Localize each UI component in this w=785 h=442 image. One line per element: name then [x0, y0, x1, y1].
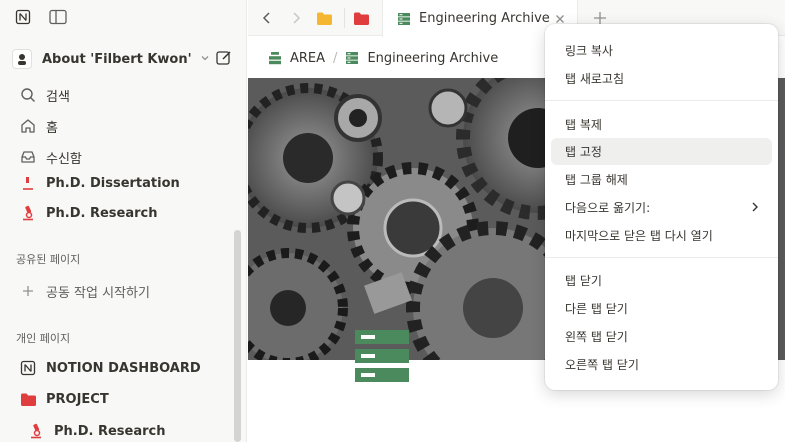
notion-logo-icon — [18, 360, 38, 376]
page-item-research[interactable]: Ph.D. Research — [18, 200, 158, 226]
microscope-icon — [26, 423, 46, 439]
breadcrumb-item-area[interactable]: AREA — [290, 51, 325, 66]
private-section-label: 개인 페이지 — [16, 332, 71, 345]
search-icon — [18, 87, 38, 103]
menu-reopen-closed-tab[interactable]: 마지막으로 닫은 탭 다시 열기 — [551, 222, 772, 249]
microscope-icon — [18, 175, 38, 190]
nav-search[interactable]: 검색 — [18, 82, 70, 108]
tab-context-menu: 링크 복사 탭 새로고침 탭 복제 탭 고정 탭 그룹 해제 다음으로 옮기기:… — [545, 24, 778, 390]
tab-divider — [344, 8, 345, 28]
menu-move-to-label: 다음으로 옮기기: — [565, 201, 651, 215]
page-label: Ph.D. Dissertation — [46, 175, 180, 191]
menu-ungroup-tab[interactable]: 탭 그룹 해제 — [551, 166, 772, 193]
tab-folder-red[interactable] — [349, 6, 373, 30]
nav-inbox[interactable]: 수신함 — [18, 144, 82, 170]
folder-icon — [353, 11, 370, 26]
forward-icon[interactable] — [284, 6, 308, 30]
menu-duplicate-tab[interactable]: 탭 복제 — [551, 111, 772, 138]
menu-copy-link[interactable]: 링크 복사 — [551, 37, 772, 64]
menu-close-left-tabs[interactable]: 왼쪽 탭 닫기 — [551, 323, 772, 350]
database-icon — [345, 51, 359, 65]
breadcrumb-separator: / — [333, 50, 338, 66]
scroll-clip: Ph.D. Dissertation — [0, 174, 234, 190]
menu-close-right-tabs[interactable]: 오른쪽 탭 닫기 — [551, 351, 772, 378]
nav-label: 수신함 — [46, 151, 82, 167]
workspace-name: About 'Filbert Kwon' — [42, 51, 192, 67]
collab-label: 공동 작업 시작하기 — [46, 285, 150, 301]
back-icon[interactable] — [255, 6, 279, 30]
menu-close-tab[interactable]: 탭 닫기 — [551, 267, 772, 294]
new-page-icon[interactable] — [215, 49, 233, 71]
workspace-switcher[interactable]: About 'Filbert Kwon' — [12, 44, 237, 74]
menu-close-other-tabs[interactable]: 다른 탭 닫기 — [551, 295, 772, 322]
inbox-icon — [18, 149, 38, 165]
home-icon — [18, 118, 38, 134]
tab-folder-yellow[interactable] — [312, 6, 336, 30]
folder-icon — [316, 11, 333, 26]
chevron-right-icon — [750, 200, 760, 217]
start-collab-button[interactable]: 공동 작업 시작하기 — [18, 278, 150, 304]
folder-icon — [18, 392, 38, 407]
page-item-phd-research[interactable]: Ph.D. Research — [26, 418, 166, 442]
menu-divider — [545, 100, 778, 101]
page-label: NOTION DASHBOARD — [46, 360, 201, 376]
database-icon — [397, 12, 411, 26]
sidebar-toggle-icon[interactable] — [48, 8, 68, 26]
menu-move-to[interactable]: 다음으로 옮기기: — [551, 194, 772, 221]
page-item-dissertation[interactable]: Ph.D. Dissertation — [18, 174, 180, 190]
plus-icon — [18, 284, 38, 298]
nav-label: 검색 — [46, 89, 70, 105]
sidebar: About 'Filbert Kwon' 검색 홈 수신함 Ph.D. Diss — [0, 0, 247, 442]
breadcrumb-item-engineering-archive[interactable]: Engineering Archive — [367, 51, 498, 66]
menu-pin-tab[interactable]: 탭 고정 — [551, 138, 772, 165]
shared-section-label: 공유된 페이지 — [16, 253, 81, 266]
chevron-down-icon — [200, 53, 210, 66]
microscope-icon — [18, 205, 38, 221]
sidebar-top-bar — [0, 0, 247, 36]
workspace-avatar — [12, 49, 32, 69]
tab-label: Engineering Archive — [419, 11, 550, 26]
breadcrumb: AREA / Engineering Archive — [268, 44, 498, 72]
page-item-notion-dashboard[interactable]: NOTION DASHBOARD — [18, 355, 201, 381]
page-label: Ph.D. Research — [46, 205, 158, 221]
menu-divider — [545, 257, 778, 258]
stack-icon — [268, 51, 282, 65]
sidebar-scrollbar[interactable] — [234, 230, 241, 442]
menu-refresh-tab[interactable]: 탭 새로고침 — [551, 65, 772, 92]
nav-label: 홈 — [46, 120, 58, 136]
page-label: Ph.D. Research — [54, 423, 166, 439]
notion-logo-icon[interactable] — [14, 8, 32, 26]
nav-home[interactable]: 홈 — [18, 113, 58, 139]
page-label: PROJECT — [46, 391, 109, 407]
page-item-project[interactable]: PROJECT — [18, 386, 109, 412]
close-icon[interactable] — [555, 14, 565, 24]
page-database-icon[interactable] — [355, 330, 409, 388]
